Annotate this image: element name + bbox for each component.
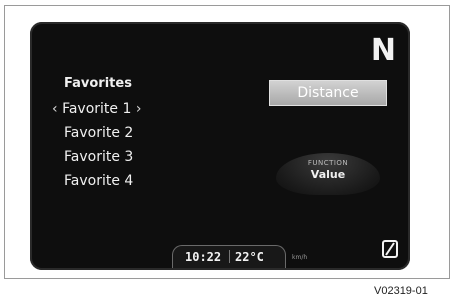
outside-temperature: 22°C (235, 250, 264, 264)
menu-item-favorite-4[interactable]: Favorite 4 (64, 169, 141, 193)
favorites-menu: Favorites ‹ Favorite 1 › Favorite 2 Favo… (52, 76, 141, 193)
instrument-display: N Favorites ‹ Favorite 1 › Favorite 2 Fa… (30, 22, 410, 270)
menu-item-favorite-1[interactable]: ‹ Favorite 1 › (52, 97, 141, 121)
menu-title: Favorites (64, 76, 132, 91)
function-label: FUNCTION (307, 159, 349, 167)
gear-indicator: N (370, 33, 396, 68)
function-value: Value (310, 168, 346, 181)
chevron-right-icon: › (135, 101, 142, 117)
zero-indicator-icon (382, 240, 398, 258)
menu-item-label: Favorite 1 (62, 101, 132, 117)
status-bar: 10:22 22°C (172, 245, 286, 268)
status-divider (229, 250, 230, 263)
speed-unit: km/h (292, 254, 308, 261)
menu-item-favorite-3[interactable]: Favorite 3 (64, 145, 141, 169)
clock: 10:22 (185, 250, 222, 264)
menu-item-favorite-2[interactable]: Favorite 2 (64, 121, 141, 145)
figure-caption: V02319-01 (374, 285, 428, 297)
function-panel[interactable]: FUNCTION Value (276, 153, 380, 195)
chevron-left-icon: ‹ (52, 101, 58, 117)
distance-button[interactable]: Distance (269, 80, 387, 106)
